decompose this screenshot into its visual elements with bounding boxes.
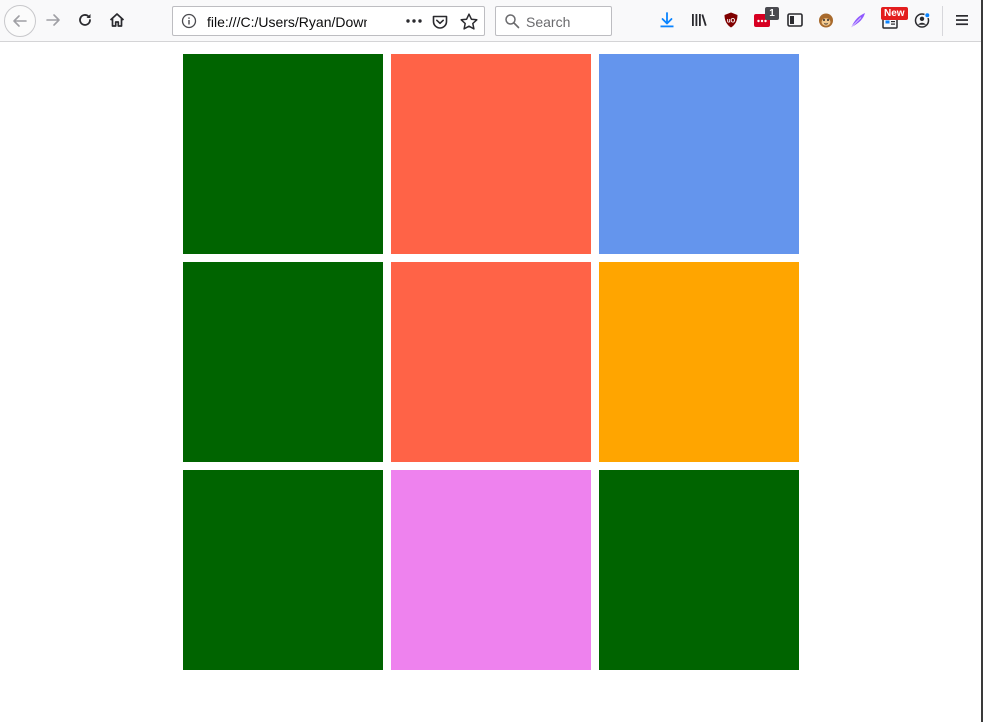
search-bar[interactable] <box>495 6 612 36</box>
grid-tile <box>599 470 799 670</box>
ublock-extension-button[interactable]: uO <box>717 6 745 34</box>
url-text[interactable]: file:///C:/Users/Ryan/Downloads/index.ht… <box>207 14 367 30</box>
grid-tile <box>391 470 591 670</box>
feather-icon <box>849 11 867 29</box>
account-icon <box>913 11 931 29</box>
grid-tile <box>599 262 799 462</box>
download-icon <box>658 11 676 29</box>
search-icon <box>504 13 520 33</box>
url-bar[interactable]: file:///C:/Users/Ryan/Downloads/index.ht… <box>172 6 485 36</box>
search-input[interactable] <box>526 13 606 31</box>
arrow-right-icon <box>44 11 62 29</box>
hamburger-menu-icon <box>953 11 971 29</box>
tampermonkey-extension-button[interactable] <box>812 6 840 34</box>
grid-tile <box>391 54 591 254</box>
forward-button[interactable] <box>39 6 67 34</box>
grid-tile <box>183 470 383 670</box>
pocket-icon[interactable] <box>431 13 449 35</box>
grid-tile <box>599 54 799 254</box>
svg-text:uO: uO <box>727 19 736 25</box>
color-grid <box>183 54 799 670</box>
bookmark-star-icon[interactable] <box>459 12 479 36</box>
ublock-shield-icon: uO <box>722 11 740 29</box>
grid-tile <box>183 262 383 462</box>
reload-button[interactable] <box>71 6 99 34</box>
arrow-left-icon <box>11 12 29 30</box>
account-button[interactable] <box>908 6 936 34</box>
sidebar-icon <box>786 11 804 29</box>
new-badge: New <box>881 7 908 20</box>
monkey-icon <box>817 11 835 29</box>
sidebar-button[interactable] <box>781 6 809 34</box>
browser-toolbar: file:///C:/Users/Ryan/Downloads/index.ht… <box>0 0 981 42</box>
more-icon[interactable] <box>405 13 423 33</box>
info-icon[interactable] <box>181 13 197 33</box>
notification-badge: 1 <box>765 7 779 20</box>
menu-button[interactable] <box>948 6 976 34</box>
grid-tile <box>183 54 383 254</box>
back-button[interactable] <box>4 5 36 37</box>
home-button[interactable] <box>103 6 131 34</box>
toolbar-separator <box>942 6 943 36</box>
reload-icon <box>76 11 94 29</box>
browser-window: file:///C:/Users/Ryan/Downloads/index.ht… <box>0 0 983 722</box>
home-icon <box>108 11 126 29</box>
grid-tile <box>391 262 591 462</box>
feather-extension-button[interactable] <box>844 6 872 34</box>
library-icon <box>690 11 708 29</box>
downloads-button[interactable] <box>653 6 681 34</box>
library-button[interactable] <box>685 6 713 34</box>
